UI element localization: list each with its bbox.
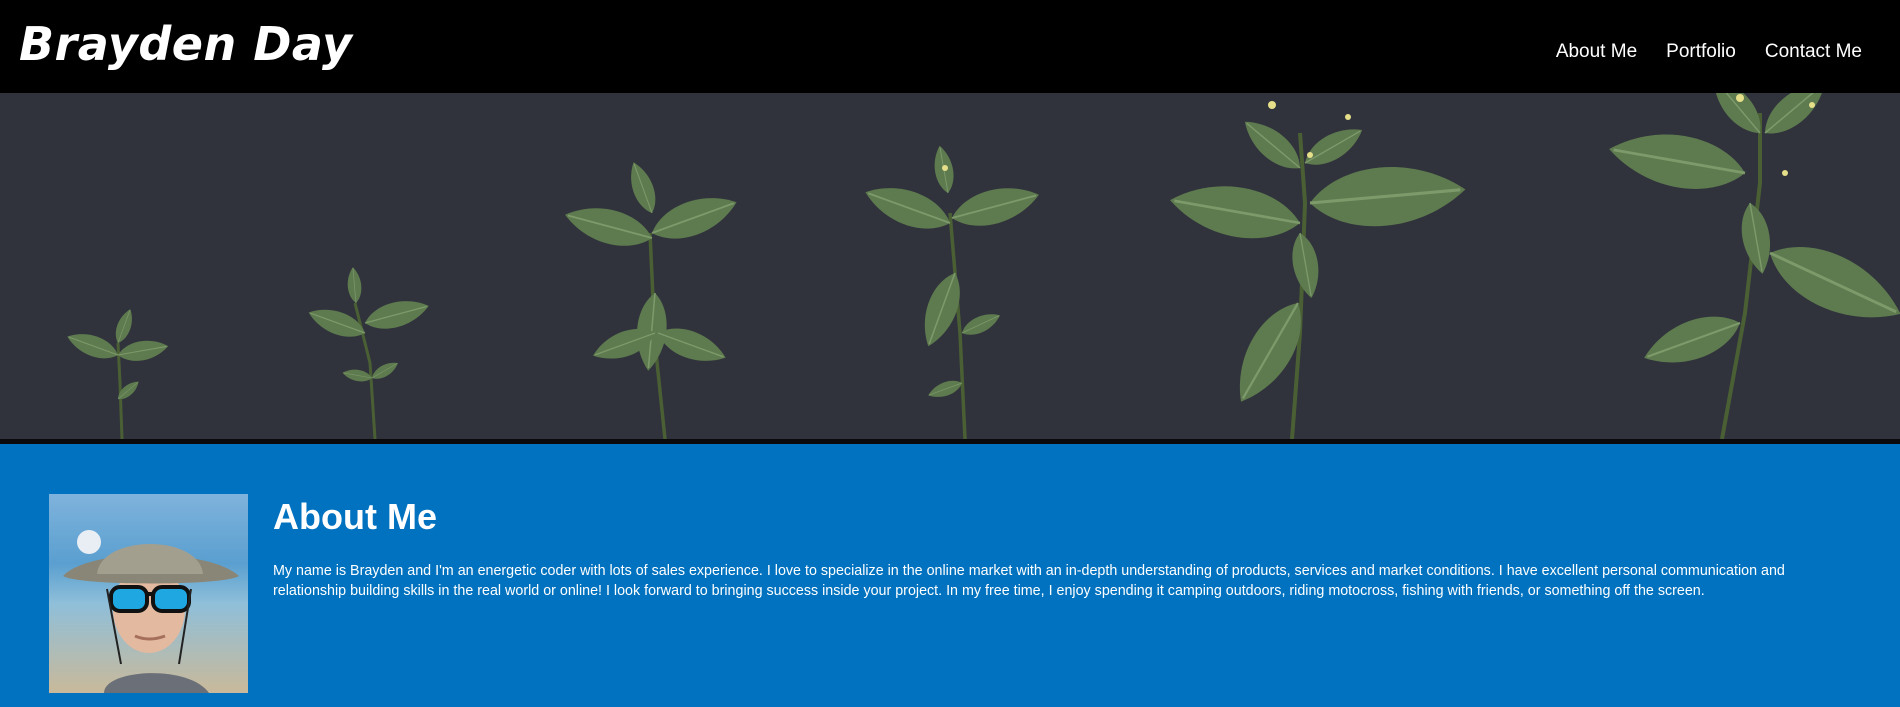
- avatar: [49, 494, 248, 693]
- plant-growth-image: [0, 93, 1900, 439]
- profile-photo: [49, 494, 248, 693]
- about-paragraph: My name is Brayden and I'm an energetic …: [273, 563, 1785, 599]
- hero-banner: [0, 93, 1900, 444]
- site-header: Brayden Day About Me Portfolio Contact M…: [0, 0, 1900, 93]
- main-nav: About Me Portfolio Contact Me: [1556, 41, 1862, 63]
- nav-link-about-me[interactable]: About Me: [1556, 41, 1637, 63]
- about-heading: About Me: [273, 496, 437, 537]
- nav-link-contact-me[interactable]: Contact Me: [1765, 41, 1862, 63]
- brand-title: Brayden Day: [19, 17, 353, 71]
- about-section: About Me My name is Brayden and I'm an e…: [0, 444, 1900, 707]
- nav-link-portfolio[interactable]: Portfolio: [1666, 41, 1736, 63]
